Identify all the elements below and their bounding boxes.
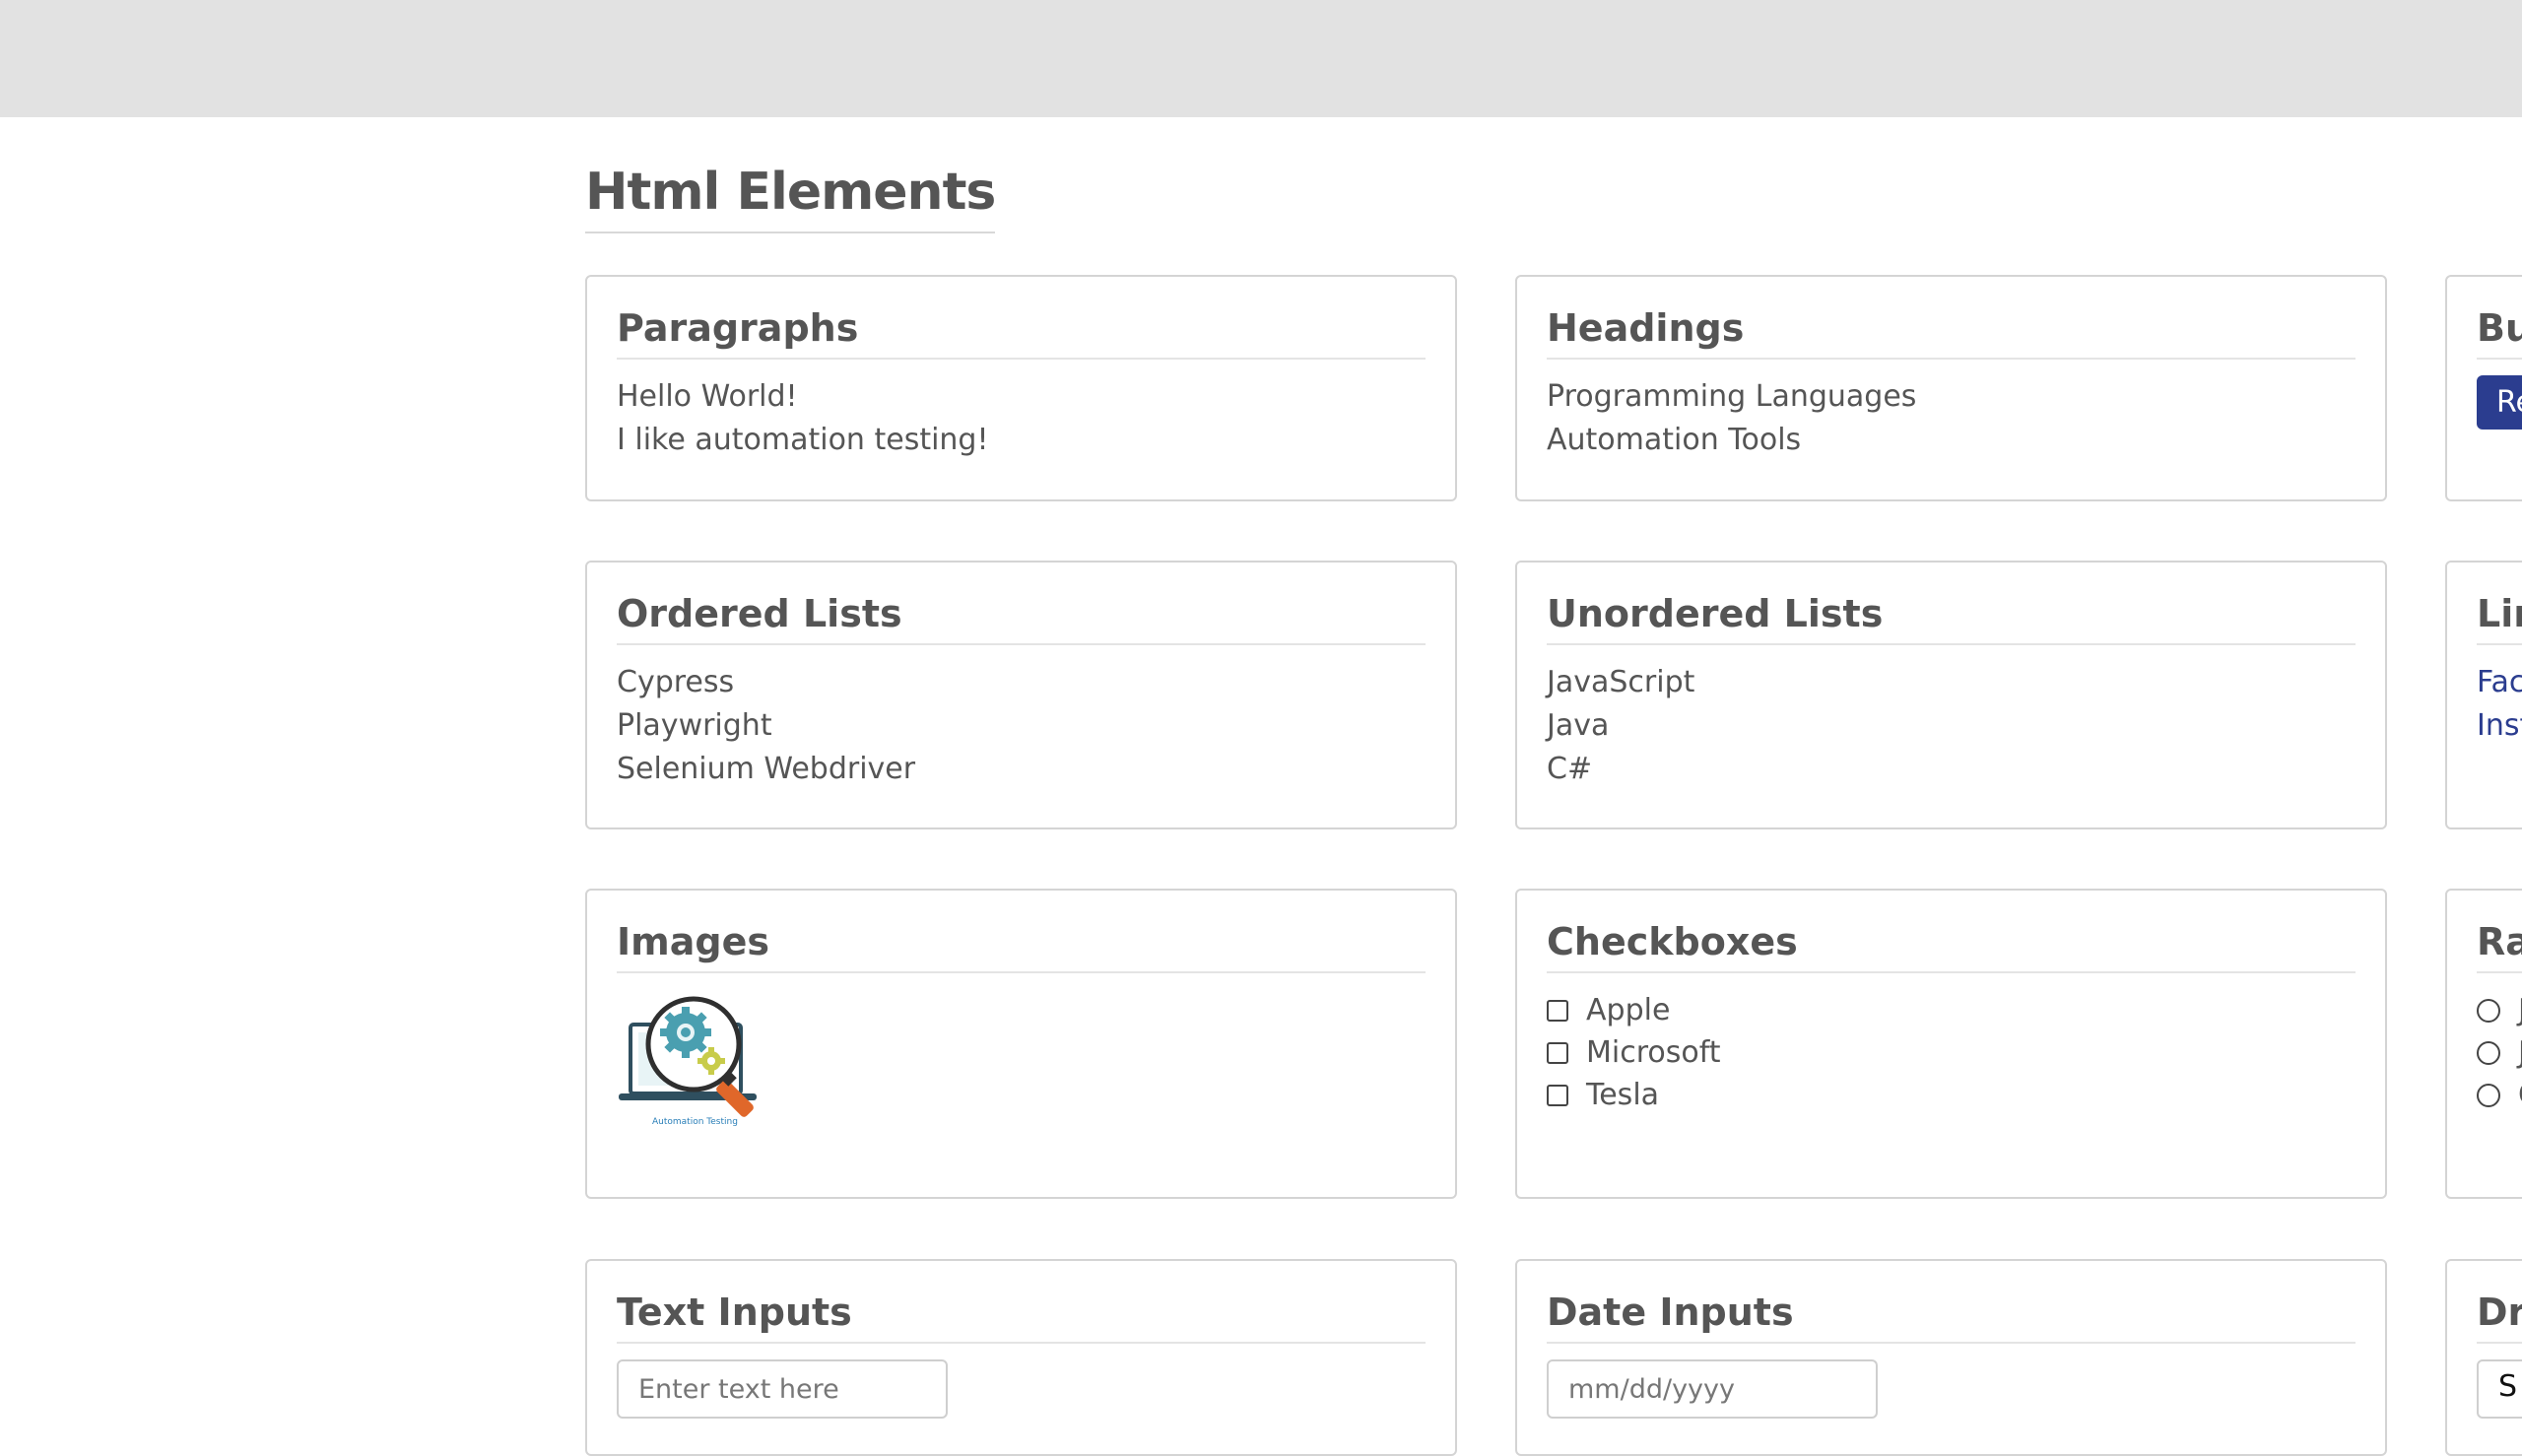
radio-option[interactable]: J bbox=[2477, 1031, 2522, 1074]
paragraph-text: Hello World! bbox=[617, 379, 798, 414]
links-card: Lin Fac Inst bbox=[2445, 561, 2522, 829]
text-inputs-card: Text Inputs bbox=[585, 1259, 1457, 1456]
checkbox-microsoft[interactable]: Microsoft bbox=[1547, 1031, 2356, 1074]
card-title: Headings bbox=[1547, 306, 2356, 360]
card-title: Checkboxes bbox=[1547, 920, 2356, 973]
card-title: Bu bbox=[2477, 306, 2522, 360]
checkbox-tesla[interactable]: Tesla bbox=[1547, 1074, 2356, 1116]
checkbox-label: Tesla bbox=[1586, 1078, 1660, 1112]
unordered-lists-card: Unordered Lists JavaScript Java C# bbox=[1515, 561, 2387, 829]
radio-icon[interactable] bbox=[2477, 998, 2500, 1023]
checkbox-apple[interactable]: Apple bbox=[1547, 989, 2356, 1031]
list-item: C# bbox=[1547, 752, 1593, 786]
radio-option[interactable]: C bbox=[2477, 1074, 2522, 1116]
paragraph-text: I like automation testing! bbox=[617, 423, 989, 457]
checkbox-icon[interactable] bbox=[1547, 1084, 1568, 1106]
paragraphs-card: Paragraphs Hello World! I like automatio… bbox=[585, 275, 1457, 501]
radio-label: J bbox=[2518, 993, 2522, 1027]
dropdown-card: Dr S bbox=[2445, 1259, 2522, 1456]
ordered-lists-card: Ordered Lists Cypress Playwright Seleniu… bbox=[585, 561, 1457, 829]
date-inputs-card: Date Inputs bbox=[1515, 1259, 2387, 1456]
checkbox-label: Microsoft bbox=[1586, 1035, 1721, 1070]
radio-icon[interactable] bbox=[2477, 1040, 2500, 1065]
checkboxes-card: Checkboxes Apple Microsoft Tesla bbox=[1515, 889, 2387, 1199]
automation-testing-image bbox=[619, 996, 757, 1117]
buttons-card: Bu Re bbox=[2445, 275, 2522, 501]
card-title: Text Inputs bbox=[617, 1291, 1426, 1344]
card-title: Date Inputs bbox=[1547, 1291, 2356, 1344]
radio-card: Ra J J C bbox=[2445, 889, 2522, 1199]
facebook-link[interactable]: Fac bbox=[2477, 661, 2522, 704]
checkbox-icon[interactable] bbox=[1547, 1041, 1568, 1064]
card-title: Lin bbox=[2477, 592, 2522, 645]
card-title: Unordered Lists bbox=[1547, 592, 2356, 645]
card-title: Paragraphs bbox=[617, 306, 1426, 360]
checkbox-icon[interactable] bbox=[1547, 999, 1568, 1022]
card-title: Ra bbox=[2477, 920, 2522, 973]
heading-text: Programming Languages bbox=[1547, 379, 1917, 414]
list-item: JavaScript bbox=[1547, 665, 1695, 699]
image-caption: Automation Testing bbox=[652, 1117, 738, 1127]
radio-label: C bbox=[2518, 1078, 2522, 1112]
list-item: Java bbox=[1547, 708, 1610, 743]
radio-option[interactable]: J bbox=[2477, 989, 2522, 1031]
instagram-link[interactable]: Inst bbox=[2477, 704, 2522, 748]
heading-text: Automation Tools bbox=[1547, 423, 1802, 457]
radio-icon[interactable] bbox=[2477, 1083, 2500, 1107]
checkbox-label: Apple bbox=[1586, 993, 1671, 1027]
card-title: Ordered Lists bbox=[617, 592, 1426, 645]
card-title: Dr bbox=[2477, 1291, 2522, 1344]
primary-button[interactable]: Re bbox=[2477, 375, 2522, 430]
date-input[interactable] bbox=[1547, 1359, 1878, 1419]
list-item: Selenium Webdriver bbox=[617, 752, 916, 786]
top-bar bbox=[0, 0, 2522, 117]
images-card: Images Automation Testing bbox=[585, 889, 1457, 1199]
page-title: Html Elements bbox=[585, 163, 996, 233]
radio-label: J bbox=[2518, 1035, 2522, 1070]
text-input[interactable] bbox=[617, 1359, 948, 1419]
headings-card: Headings Programming Languages Automatio… bbox=[1515, 275, 2387, 501]
dropdown-select[interactable]: S bbox=[2477, 1359, 2522, 1419]
list-item: Playwright bbox=[617, 708, 772, 743]
card-title: Images bbox=[617, 920, 1426, 973]
list-item: Cypress bbox=[617, 665, 735, 699]
